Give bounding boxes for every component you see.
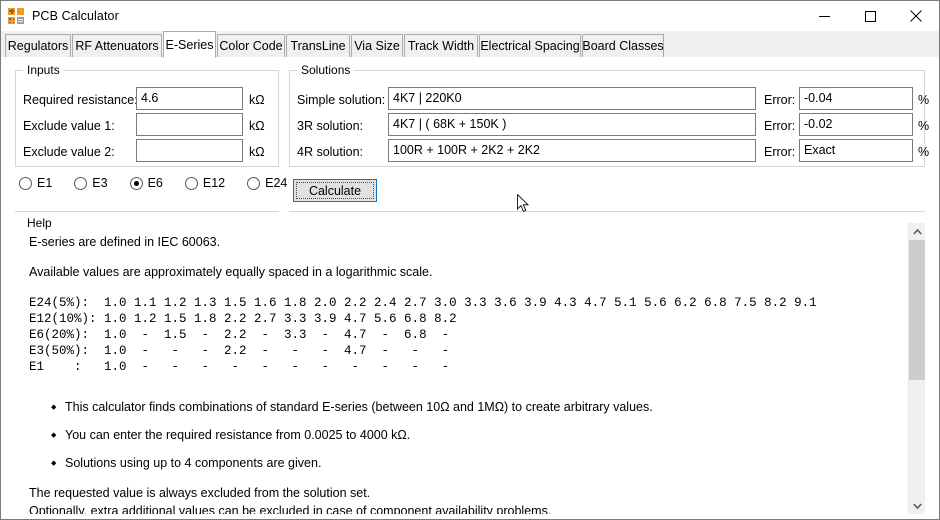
help-bullet-2: You can enter the required resistance fr… [29, 427, 901, 443]
calculate-button[interactable]: Calculate [293, 179, 377, 202]
tab-board-classes[interactable]: Board Classes [582, 34, 664, 57]
radio-e1-label: E1 [37, 176, 52, 190]
exclude-value-2-input[interactable] [136, 139, 243, 162]
exclude-value-1-input[interactable] [136, 113, 243, 136]
radio-e12-dot [185, 177, 198, 190]
help-intro-1: E-series are defined in IEC 60063. [29, 235, 901, 250]
tab-electrical-spacing[interactable]: Electrical Spacing [479, 34, 581, 57]
radio-e12[interactable]: E12 [185, 176, 225, 190]
radio-e6-dot [130, 177, 143, 190]
radio-e24[interactable]: E24 [247, 176, 287, 190]
required-resistance-label: Required resistance: [23, 92, 138, 108]
help-scroll-pane[interactable]: E-series are defined in IEC 60063. Avail… [15, 223, 925, 514]
e-series-panel: Inputs Required resistance: 4.6 kΩ Exclu… [1, 57, 939, 519]
tab-bar: Regulators RF Attenuators E-Series Color… [1, 31, 939, 58]
scrollbar-thumb[interactable] [909, 240, 925, 380]
3r-solution-output[interactable]: 4K7 | ( 68K + 150K ) [388, 113, 756, 136]
simple-solution-percent: % [918, 92, 929, 108]
tab-rf-attenuators[interactable]: RF Attenuators [72, 34, 162, 57]
close-button[interactable] [893, 1, 939, 31]
scroll-up-icon[interactable] [909, 223, 925, 240]
simple-solution-error-output[interactable]: -0.04 [799, 87, 913, 110]
help-bullet-list: This calculator finds combinations of st… [29, 399, 901, 471]
exclude-value-2-label: Exclude value 2: [23, 144, 115, 160]
3r-solution-percent: % [918, 118, 929, 134]
calculator-icon [8, 8, 24, 24]
radio-e3-dot [74, 177, 87, 190]
4r-solution-error-label: Error: [764, 144, 795, 160]
radio-e3[interactable]: E3 [74, 176, 107, 190]
radio-e1[interactable]: E1 [19, 176, 52, 190]
4r-solution-label: 4R solution: [297, 144, 363, 160]
required-resistance-input[interactable]: 4.6 [136, 87, 243, 110]
inputs-group-title: Inputs [23, 63, 64, 77]
window-controls [801, 1, 939, 31]
solutions-group: Solutions Simple solution: 4K7 | 220K0 E… [289, 63, 925, 167]
3r-solution-label: 3R solution: [297, 118, 363, 134]
calculate-button-label: Calculate [309, 184, 361, 198]
radio-e6[interactable]: E6 [130, 176, 163, 190]
scroll-down-icon[interactable] [909, 497, 925, 514]
inputs-group: Inputs Required resistance: 4.6 kΩ Exclu… [15, 63, 279, 167]
help-bullet-3: Solutions using up to 4 components are g… [29, 455, 901, 471]
simple-solution-output[interactable]: 4K7 | 220K0 [388, 87, 756, 110]
exclude-value-1-label: Exclude value 1: [23, 118, 115, 134]
simple-solution-label: Simple solution: [297, 92, 385, 108]
exclude-value-2-unit: kΩ [249, 144, 265, 160]
solutions-group-bottom-divider [289, 211, 925, 212]
tab-e-series[interactable]: E-Series [163, 31, 216, 58]
exclude-value-1-unit: kΩ [249, 118, 265, 134]
title-bar: PCB Calculator [1, 1, 939, 31]
window-title: PCB Calculator [32, 9, 119, 23]
radio-e1-dot [19, 177, 32, 190]
3r-solution-error-output[interactable]: -0.02 [799, 113, 913, 136]
tab-color-code[interactable]: Color Code [217, 34, 285, 57]
radio-e24-dot [247, 177, 260, 190]
help-intro-2: Available values are approximately equal… [29, 265, 901, 280]
tab-track-width[interactable]: Track Width [404, 34, 478, 57]
tab-regulators[interactable]: Regulators [5, 34, 71, 57]
radio-e12-label: E12 [203, 176, 225, 190]
required-resistance-unit: kΩ [249, 92, 265, 108]
help-tail-2: Optionally, extra additional values can … [29, 503, 901, 514]
series-selector-group: E1 E3 E6 E12 E24 [19, 176, 309, 190]
3r-solution-error-label: Error: [764, 118, 795, 134]
help-bullet-1: This calculator finds combinations of st… [29, 399, 901, 415]
help-content: E-series are defined in IEC 60063. Avail… [15, 223, 901, 514]
4r-solution-error-output[interactable]: Exact [799, 139, 913, 162]
help-tail-1: The requested value is always excluded f… [29, 485, 901, 501]
help-tail: The requested value is always excluded f… [29, 485, 901, 514]
simple-solution-error-label: Error: [764, 92, 795, 108]
maximize-button[interactable] [847, 1, 893, 31]
tab-via-size[interactable]: Via Size [351, 34, 403, 57]
help-group: Help E-series are defined in IEC 60063. … [15, 216, 925, 514]
help-vertical-scrollbar[interactable] [908, 223, 925, 514]
radio-e6-label: E6 [148, 176, 163, 190]
radio-e24-label: E24 [265, 176, 287, 190]
inputs-group-bottom-divider [15, 211, 279, 212]
solutions-group-title: Solutions [297, 63, 354, 77]
help-group-title: Help [23, 216, 56, 230]
e-series-table: E24(5%): 1.0 1.1 1.2 1.3 1.5 1.6 1.8 2.0… [29, 295, 901, 375]
4r-solution-percent: % [918, 144, 929, 160]
pcb-calculator-window: PCB Calculator Regulators RF Attenuators… [0, 0, 940, 520]
4r-solution-output[interactable]: 100R + 100R + 2K2 + 2K2 [388, 139, 756, 162]
tab-transline[interactable]: TransLine [286, 34, 350, 57]
minimize-button[interactable] [801, 1, 847, 31]
radio-e3-label: E3 [92, 176, 107, 190]
